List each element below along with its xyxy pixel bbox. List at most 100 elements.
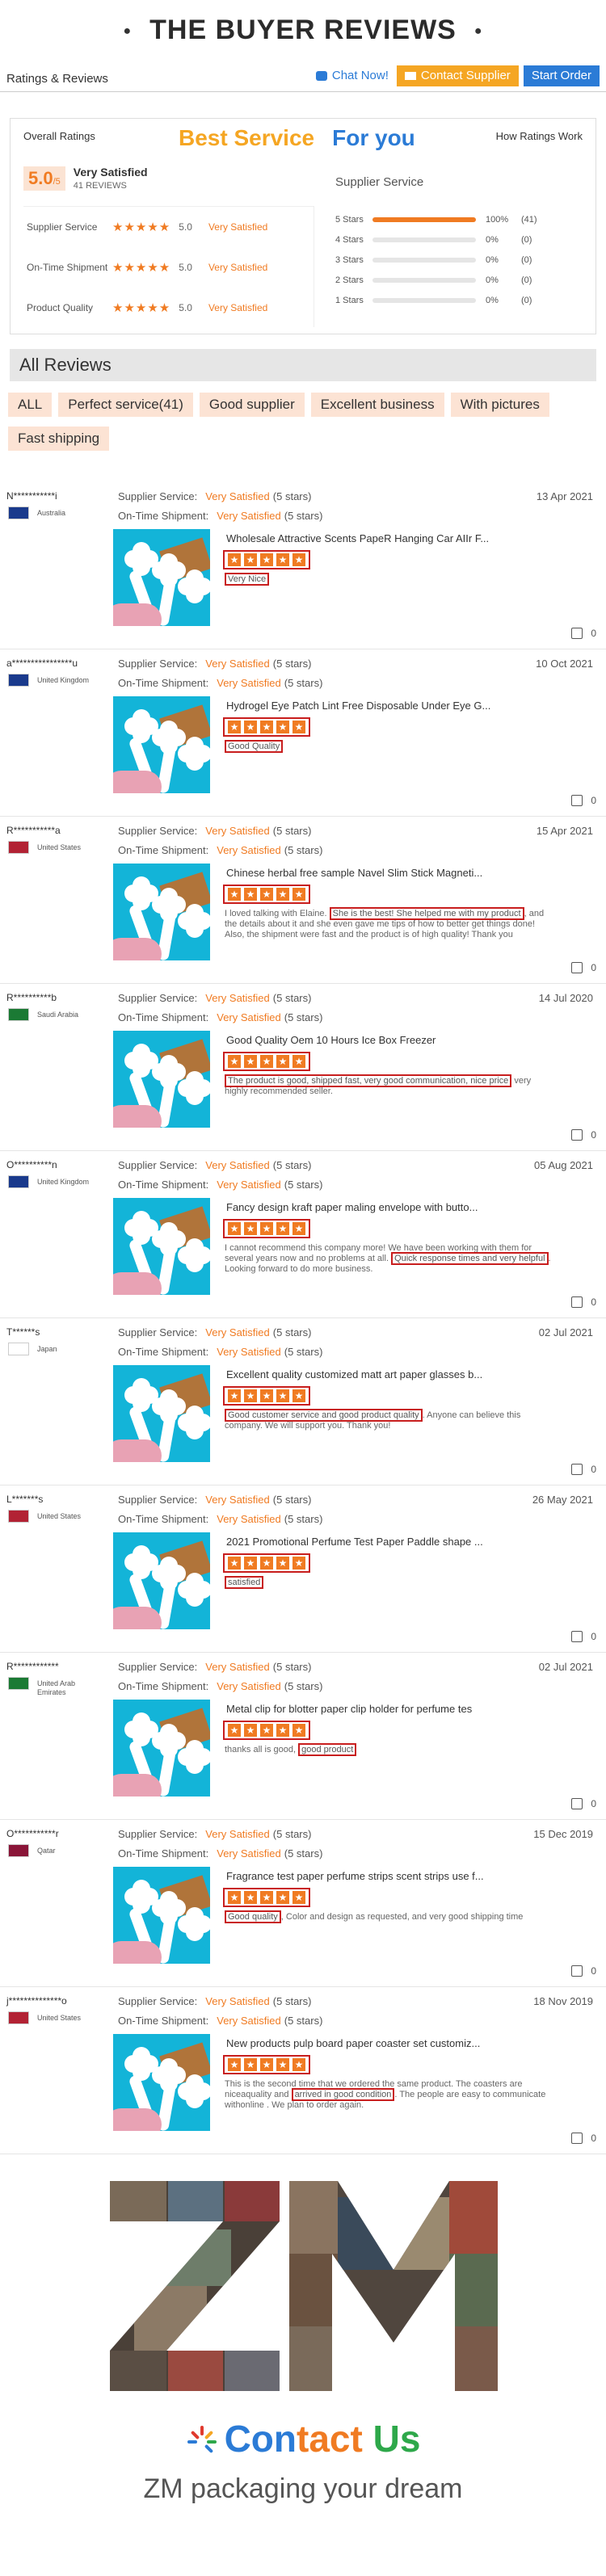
distribution-count: (0) (521, 254, 532, 265)
supplier-service-verdict: Very Satisfied (205, 1661, 270, 1673)
country-flag-icon (8, 1510, 29, 1523)
burst-icon (186, 2425, 218, 2458)
supplier-service-verdict: Very Satisfied (205, 490, 270, 502)
comment-highlight: Good quality (225, 1910, 281, 1923)
on-time-shipment-label: On-Time Shipment: (118, 510, 209, 522)
product-title-link[interactable]: Chinese herbal free sample Navel Slim St… (226, 867, 566, 879)
page-title: ● THE BUYER REVIEWS ● (0, 0, 606, 60)
helpful-button[interactable]: 0 (571, 795, 596, 806)
star-icon: ★ (228, 1724, 241, 1737)
review-item: R**********b Saudi Arabia Supplier Service… (0, 984, 606, 1151)
product-title-link[interactable]: Wholesale Attractive Scents PapeR Hangin… (226, 532, 566, 544)
sub-rating-text: Very Satisfied (208, 221, 268, 233)
helpful-button[interactable]: 0 (571, 1464, 596, 1475)
supplier-service-label: Supplier Service: (118, 1494, 198, 1506)
contact-text-2: tact (297, 2418, 373, 2460)
product-title-link[interactable]: New products pulp board paper coaster se… (226, 2037, 566, 2049)
filter-tag[interactable]: Fast shipping (8, 427, 110, 451)
star-icon: ★ (260, 2058, 273, 2071)
country-flag-icon (8, 506, 29, 519)
filter-tag[interactable]: With pictures (450, 393, 549, 417)
supplier-service-line: Supplier Service: Very Satisfied (5 stars) (118, 1995, 322, 2015)
star-icon: ★ (292, 888, 305, 901)
on-time-shipment-stars: (5 stars) (284, 1011, 323, 1023)
star-distribution-row: 1 Stars 0% (0) (335, 290, 602, 310)
product-title-link[interactable]: Excellent quality customized matt art pa… (226, 1368, 566, 1380)
thumbs-up-icon (571, 2133, 583, 2144)
supplier-service-label: Supplier Service: (118, 1661, 198, 1673)
reviewer-country: United States (37, 2014, 82, 2022)
star-distribution: 5 Stars 100% (41) 4 Stars 0% (0) 3 Stars 0% (0) 2… (335, 209, 602, 310)
filter-tag[interactable]: Good supplier (199, 393, 305, 417)
star-icon: ★ (244, 2058, 257, 2071)
helpful-button[interactable]: 0 (571, 628, 596, 639)
sub-rating-text: Very Satisfied (208, 262, 268, 273)
supplier-service-line: Supplier Service: Very Satisfied (5 stars) (118, 490, 322, 510)
contact-text-1: Con (224, 2418, 297, 2460)
supplier-service-label: Supplier Service: (118, 1828, 198, 1840)
country-flag-icon (8, 674, 29, 687)
supplier-service-verdict: Very Satisfied (205, 1828, 270, 1840)
on-time-shipment-line: On-Time Shipment: Very Satisfied (5 stars) (118, 1847, 322, 1867)
chat-now-link[interactable]: Chat Now! (315, 69, 389, 82)
helpful-button[interactable]: 0 (571, 1296, 596, 1308)
star-icon: ★ (228, 2058, 241, 2071)
chat-icon (315, 70, 327, 81)
product-title-link[interactable]: Good Quality Oem 10 Hours Ice Box Freeze… (226, 1034, 566, 1046)
helpful-button[interactable]: 0 (571, 962, 596, 973)
supplier-service-line: Supplier Service: Very Satisfied (5 stars) (118, 1326, 322, 1346)
review-star-rating: ★ ★ ★ ★ ★ (223, 550, 310, 569)
on-time-shipment-label: On-Time Shipment: (118, 2015, 209, 2027)
star-icon: ★ (260, 721, 273, 733)
distribution-count: (0) (521, 234, 532, 245)
helpful-button[interactable]: 0 (571, 1129, 596, 1141)
star-icon: ★ (260, 1222, 273, 1235)
on-time-shipment-verdict: Very Satisfied (217, 1680, 281, 1692)
comment-highlight: Good customer service and good product q… (225, 1409, 423, 1422)
review-comment: Good Quality (225, 740, 556, 753)
star-rating: ★★★★★ (112, 221, 171, 234)
product-title-link[interactable]: Hydrogel Eye Patch Lint Free Disposable … (226, 700, 566, 712)
supplier-service-verdict: Very Satisfied (205, 1159, 270, 1171)
product-thumbnail[interactable] (113, 1532, 210, 1629)
product-title-link[interactable]: Metal clip for blotter paper clip holder… (226, 1703, 566, 1715)
product-thumbnail[interactable] (113, 1031, 210, 1128)
star-icon: ★ (228, 1557, 241, 1570)
star-icon: ★ (292, 1724, 305, 1737)
product-thumbnail[interactable] (113, 529, 210, 626)
helpful-button[interactable]: 0 (571, 1631, 596, 1642)
review-item: j**************o United States Supplier Se… (0, 1987, 606, 2154)
product-thumbnail[interactable] (113, 1198, 210, 1295)
product-thumbnail[interactable] (113, 1700, 210, 1796)
supplier-service-label: Supplier Service: (118, 1326, 198, 1338)
product-thumbnail[interactable] (113, 864, 210, 960)
how-ratings-work-link[interactable]: How Ratings Work (496, 130, 583, 142)
filter-tag[interactable]: Excellent business (310, 393, 444, 417)
product-thumbnail[interactable] (113, 696, 210, 793)
filter-tag[interactable]: ALL (8, 393, 53, 417)
distribution-count: (0) (521, 275, 532, 285)
helpful-button[interactable]: 0 (571, 1965, 596, 1977)
supplier-service-stars: (5 stars) (272, 658, 312, 670)
product-title-link[interactable]: Fragrance test paper perfume strips scen… (226, 1870, 566, 1882)
star-icon: ★ (228, 1389, 241, 1402)
star-icon: ★ (260, 1724, 273, 1737)
product-title-link[interactable]: 2021 Promotional Perfume Test Paper Padd… (226, 1536, 566, 1548)
thumbs-up-icon (571, 628, 583, 639)
product-thumbnail[interactable] (113, 1867, 210, 1964)
filter-tag[interactable]: Perfect service(41) (58, 393, 193, 417)
on-time-shipment-line: On-Time Shipment: Very Satisfied (5 stars) (118, 1346, 322, 1365)
distribution-bar (372, 277, 476, 283)
helpful-button[interactable]: 0 (571, 2133, 596, 2144)
start-order-button[interactable]: Start Order (523, 65, 600, 86)
helpful-button[interactable]: 0 (571, 1798, 596, 1809)
star-icon: ★ (244, 1055, 257, 1068)
review-star-rating: ★ ★ ★ ★ ★ (223, 1386, 310, 1406)
product-thumbnail[interactable] (113, 1365, 210, 1462)
helpful-count: 0 (591, 2133, 596, 2144)
star-distribution-row: 3 Stars 0% (0) (335, 250, 602, 270)
contact-supplier-button[interactable]: Contact Supplier (396, 65, 519, 86)
supplier-service-verdict: Very Satisfied (205, 1995, 270, 2007)
product-thumbnail[interactable] (113, 2034, 210, 2131)
product-title-link[interactable]: Fancy design kraft paper maling envelope… (226, 1201, 566, 1213)
